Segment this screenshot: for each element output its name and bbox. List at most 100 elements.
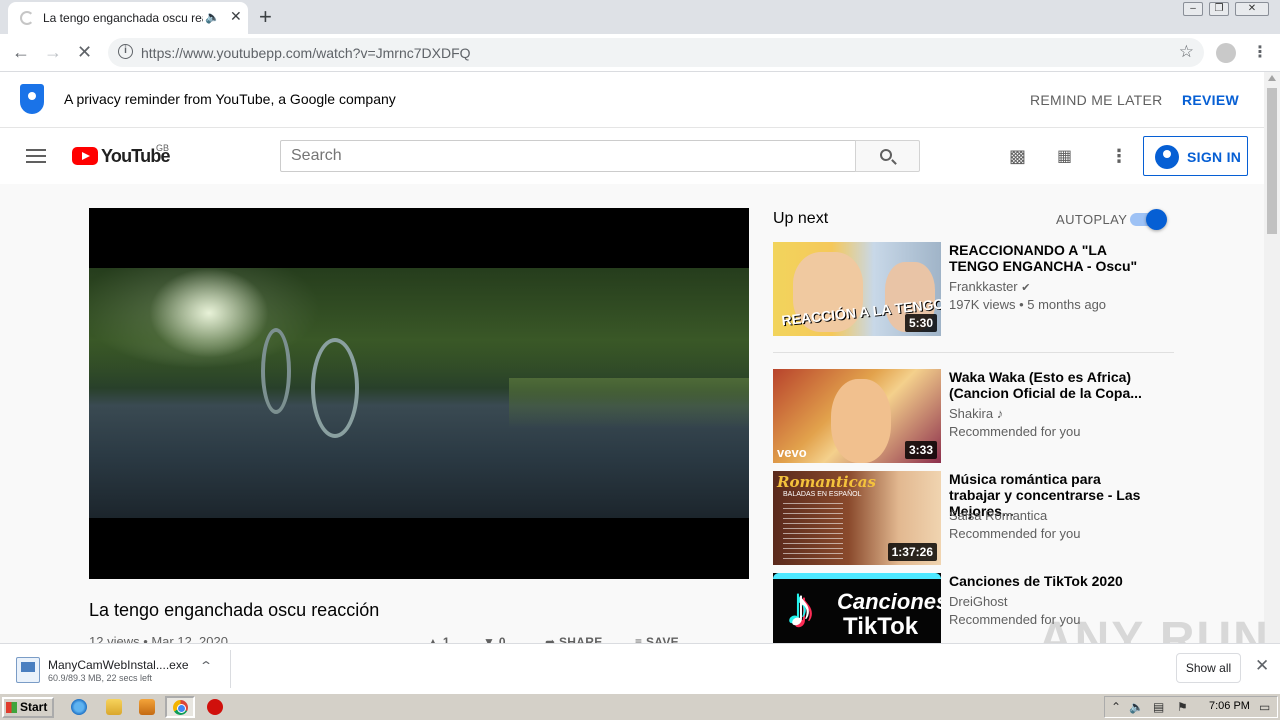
stop-loading-icon[interactable]: ✕ xyxy=(77,42,92,63)
system-tray: ⌃ 🔈 ▤ ⚑ 7:06 PM ▭ xyxy=(1104,696,1278,718)
autoplay-toggle-knob[interactable] xyxy=(1146,209,1167,230)
search-button[interactable] xyxy=(855,140,920,172)
start-button[interactable]: Start xyxy=(2,697,54,718)
youtube-play-icon xyxy=(72,147,98,165)
video-thumbnail[interactable]: vevo 3:33 xyxy=(773,369,941,463)
network-icon[interactable]: ▤ xyxy=(1153,700,1164,714)
channel-label[interactable]: Shakira xyxy=(949,406,993,421)
loading-spinner-icon xyxy=(20,11,34,25)
windows-taskbar: Start ⌃ 🔈 ▤ ⚑ 7:06 PM ▭ xyxy=(0,693,1280,720)
create-video-icon[interactable]: ▩ xyxy=(1009,146,1026,167)
channel-name[interactable]: DreiGhost xyxy=(949,594,1008,609)
flag-icon[interactable]: ⚑ xyxy=(1177,700,1188,714)
warning-icon[interactable] xyxy=(207,699,223,715)
sign-in-label: SIGN IN xyxy=(1187,149,1242,165)
divider xyxy=(230,650,231,688)
video-frame xyxy=(89,268,749,518)
profile-avatar-icon[interactable] xyxy=(1216,43,1236,63)
duration-badge: 1:37:26 xyxy=(887,543,937,561)
media-player-icon[interactable] xyxy=(139,699,155,715)
review-button[interactable]: REVIEW xyxy=(1182,92,1239,108)
up-next-heading: Up next xyxy=(773,210,829,227)
hamburger-menu-icon[interactable] xyxy=(26,149,46,163)
browser-tab[interactable]: La tengo enganchada oscu reac 🔈 ✕ xyxy=(8,2,248,34)
download-shelf: ManyCamWebInstal....exe 60.9/89.3 MB, 22… xyxy=(0,643,1280,693)
tab-close-icon[interactable]: ✕ xyxy=(230,8,242,25)
video-thumbnail[interactable]: REACCIÓN A LA TENGO ENGANCH 5:30 xyxy=(773,242,941,336)
download-file-name[interactable]: ManyCamWebInstal....exe xyxy=(48,658,189,672)
youtube-masthead: YouTube GB ▩ ▦ ⋮ SIGN IN xyxy=(0,128,1264,184)
internet-explorer-icon[interactable] xyxy=(71,699,87,715)
duration-badge: 3:33 xyxy=(904,441,937,459)
recommended-video-title[interactable]: Canciones de TikTok 2020 xyxy=(949,573,1149,589)
tiktok-note-icon: ♪ xyxy=(787,578,814,638)
download-progress: 60.9/89.3 MB, 22 secs left xyxy=(48,673,153,683)
thumbnail-subcaption: BALADAS EN ESPAÑOL xyxy=(783,491,862,498)
bookmark-star-icon[interactable]: ☆ xyxy=(1179,42,1194,62)
site-info-icon[interactable]: i xyxy=(118,44,133,59)
back-arrow-icon[interactable]: ← xyxy=(12,42,30,63)
duration-badge: 5:30 xyxy=(904,314,937,332)
privacy-reminder-banner: A privacy reminder from YouTube, a Googl… xyxy=(0,72,1264,128)
video-player[interactable] xyxy=(89,208,749,579)
chrome-taskbar-button[interactable] xyxy=(165,696,195,718)
settings-kebab-icon[interactable]: ⋮ xyxy=(1110,146,1128,167)
bicycle-wheel xyxy=(311,338,359,438)
video-stats: 197K views • 5 months ago xyxy=(949,297,1107,312)
browser-toolbar: ← → ✕ i https://www.youtubepp.com/watch?… xyxy=(0,34,1280,72)
minimize-button[interactable]: – xyxy=(1183,2,1203,16)
remind-me-later-button[interactable]: REMIND ME LATER xyxy=(1030,92,1163,108)
channel-name[interactable]: Frankkaster ✔ xyxy=(949,279,1030,294)
channel-label[interactable]: Frankkaster xyxy=(949,279,1018,294)
thumbnail-caption: Romanticas xyxy=(777,473,876,491)
sign-in-button[interactable]: SIGN IN xyxy=(1143,136,1248,176)
browser-tab-strip: La tengo enganchada oscu reac 🔈 ✕ + – ❐ … xyxy=(0,0,1280,34)
shield-icon xyxy=(20,84,44,114)
video-stats: Recommended for you xyxy=(949,424,1081,439)
privacy-message: A privacy reminder from YouTube, a Googl… xyxy=(64,91,396,107)
tray-expand-icon[interactable]: ⌃ xyxy=(1111,700,1121,714)
window-close-button[interactable]: ✕ xyxy=(1235,2,1269,16)
channel-name[interactable]: Salsa Romantica xyxy=(949,508,1047,523)
new-tab-button[interactable]: + xyxy=(259,4,272,30)
page-scrollbar[interactable] xyxy=(1264,72,1280,643)
search-input[interactable] xyxy=(280,140,856,172)
clock[interactable]: 7:06 PM xyxy=(1209,700,1250,712)
search-icon xyxy=(880,149,892,161)
video-thumbnail[interactable]: Romanticas BALADAS EN ESPAÑOL 1:37:26 xyxy=(773,471,941,565)
scrollbar-thumb[interactable] xyxy=(1267,88,1277,234)
music-note-icon: ♪ xyxy=(996,406,1004,421)
country-code: GB xyxy=(156,143,170,153)
folder-icon[interactable] xyxy=(106,699,122,715)
file-icon xyxy=(16,657,40,683)
forward-arrow-icon[interactable]: → xyxy=(44,42,62,63)
tab-title: La tengo enganchada oscu reac xyxy=(43,11,203,25)
account-icon xyxy=(1155,145,1179,169)
address-bar[interactable]: i https://www.youtubepp.com/watch?v=Jmrn… xyxy=(108,38,1204,67)
show-all-button[interactable]: Show all xyxy=(1176,653,1241,683)
scroll-up-arrow-icon[interactable] xyxy=(1268,75,1276,81)
restore-button[interactable]: ❐ xyxy=(1209,2,1229,16)
recommended-video-title[interactable]: Waka Waka (Esto es Africa) (Cancion Ofic… xyxy=(949,369,1149,401)
video-stats: Recommended for you xyxy=(949,526,1081,541)
address-url[interactable]: https://www.youtubepp.com/watch?v=Jmrnc7… xyxy=(141,45,471,61)
divider xyxy=(773,352,1174,353)
volume-icon[interactable]: 🔈 xyxy=(1129,700,1144,714)
close-shelf-icon[interactable]: ✕ xyxy=(1255,656,1269,676)
channel-name[interactable]: Shakira ♪ xyxy=(949,406,1003,421)
verified-check-icon: ✔ xyxy=(1021,282,1031,294)
apps-grid-icon[interactable]: ▦ xyxy=(1057,146,1072,166)
recommended-video-title[interactable]: REACCIONANDO A "LA TENGO ENGANCHA - Oscu… xyxy=(949,242,1149,274)
video-thumbnail[interactable]: ♪ Canciones TikTok xyxy=(773,573,941,643)
video-title: La tengo enganchada oscu reacción xyxy=(89,600,380,620)
speaker-icon[interactable]: 🔈 xyxy=(205,10,220,24)
show-desktop-icon[interactable]: ▭ xyxy=(1259,700,1270,714)
autoplay-label: AUTOPLAY xyxy=(1056,212,1128,227)
bicycle-wheel xyxy=(261,328,291,414)
thumbnail-caption: Canciones xyxy=(837,589,941,614)
chrome-icon xyxy=(173,700,188,715)
thumbnail-caption: TikTok xyxy=(843,613,919,640)
chevron-up-icon[interactable]: ⌃ xyxy=(199,659,213,673)
browser-menu-icon[interactable]: ⋮ xyxy=(1252,42,1268,62)
vevo-logo: vevo xyxy=(777,445,807,460)
